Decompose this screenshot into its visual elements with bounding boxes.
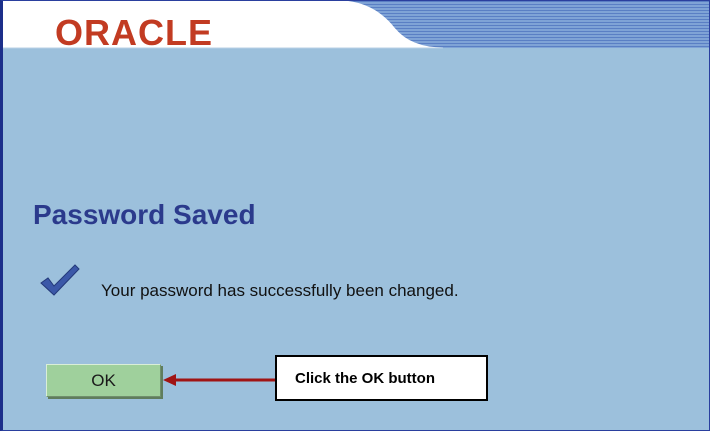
ok-button[interactable]: OK bbox=[46, 364, 161, 397]
page-title: Password Saved bbox=[33, 199, 256, 230]
app-window: ORACLE Password Saved Your password has … bbox=[0, 0, 710, 431]
header-banner: ORACLE bbox=[3, 1, 709, 71]
checkmark-icon bbox=[40, 264, 80, 296]
success-message: Your password has successfully been chan… bbox=[101, 281, 459, 300]
instruction-callout: Click the OK button bbox=[275, 355, 488, 401]
arrow-left-icon bbox=[163, 374, 275, 386]
oracle-logo: ORACLE bbox=[55, 12, 213, 53]
